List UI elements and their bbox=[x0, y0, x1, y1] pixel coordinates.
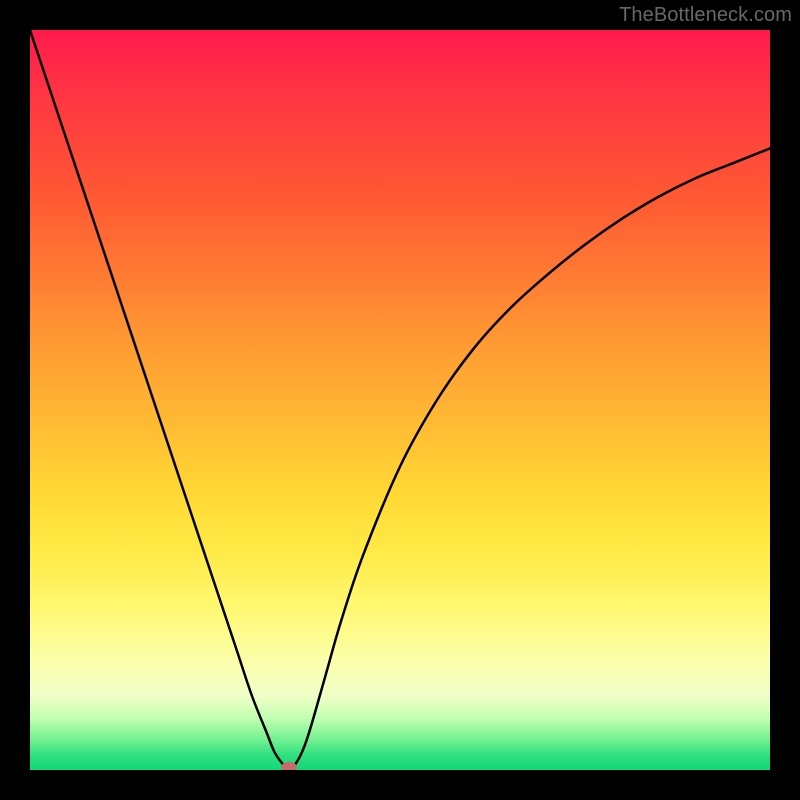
watermark-text: TheBottleneck.com bbox=[619, 4, 792, 27]
plot-area bbox=[30, 30, 770, 770]
chart-frame: TheBottleneck.com bbox=[0, 0, 800, 800]
bottleneck-curve bbox=[30, 30, 770, 770]
